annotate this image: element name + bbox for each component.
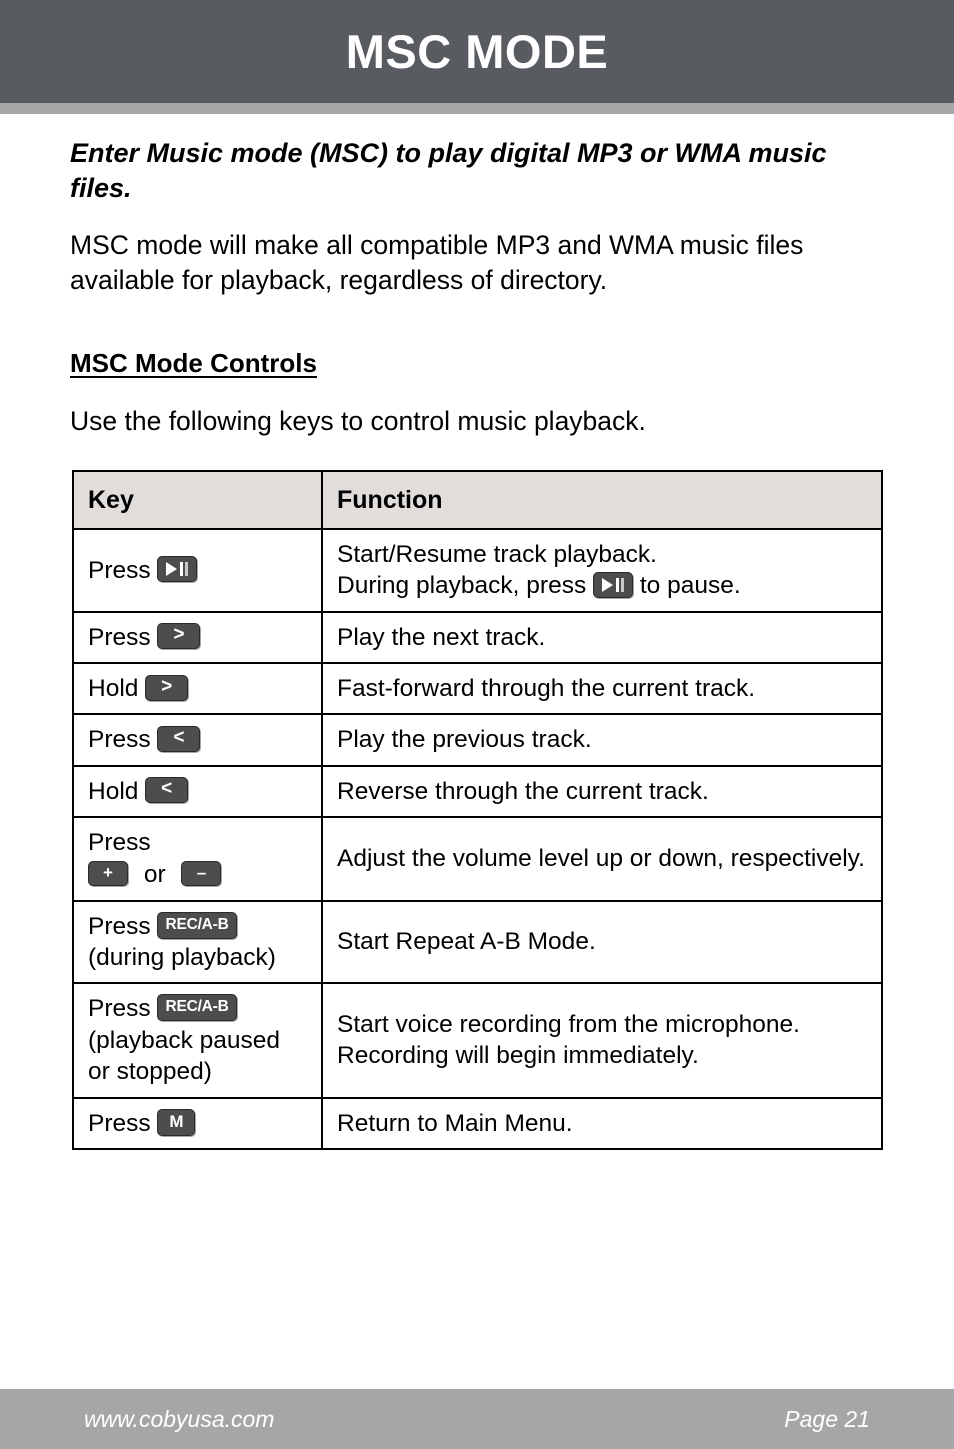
- table-header-row: Key Function: [72, 470, 883, 530]
- key-action-label: Press: [88, 556, 151, 584]
- key-cell: Hold >: [72, 662, 323, 716]
- function-cell: Start/Resume track playback. During play…: [321, 528, 883, 613]
- key-action-label: Press: [88, 995, 151, 1023]
- key-action-label: Press: [88, 1109, 151, 1137]
- pause-bar-secondary-icon: [185, 562, 189, 577]
- function-cell: Play the next track.: [321, 610, 883, 665]
- section-subtext: Use the following keys to control music …: [70, 406, 646, 436]
- key-cell: Hold <: [72, 764, 323, 819]
- table-row: Press < Play the previous track.: [72, 713, 883, 767]
- key-cell: Press <: [72, 713, 323, 767]
- key-cell: Press >: [72, 610, 323, 665]
- function-cell: Start Repeat A-B Mode.: [321, 899, 883, 985]
- key-or-conjunction: or: [143, 861, 166, 889]
- table-row: Hold < Reverse through the current track…: [72, 764, 883, 819]
- intro-bold-statement: Enter Music mode (MSC) to play digital M…: [70, 138, 827, 203]
- volume-key-row: + or –: [88, 859, 307, 891]
- section-heading-msc-mode-controls: MSC Mode Controls: [70, 348, 317, 378]
- page-footer-bar: www.cobyusa.com Page 21: [0, 1389, 954, 1449]
- play-pause-button-icon[interactable]: [593, 571, 634, 598]
- table-row: Press > Play the next track.: [72, 610, 883, 665]
- key-cell: Press: [72, 528, 323, 613]
- function-text-after-icon: to pause.: [639, 572, 741, 600]
- column-header-key: Key: [72, 470, 323, 530]
- key-action-label: Press: [88, 912, 151, 940]
- key-note: or stopped): [88, 1058, 212, 1086]
- play-triangle-icon: [602, 577, 614, 592]
- key-cell: Press REC/A-B (during playback): [72, 899, 323, 985]
- volume-up-button-icon[interactable]: +: [88, 860, 128, 886]
- key-cell: Press + or –: [72, 816, 323, 902]
- column-header-function: Function: [321, 470, 883, 530]
- key-action-line: Press REC/A-B: [88, 911, 307, 942]
- play-triangle-icon: [166, 562, 178, 577]
- function-text-line: Start/Resume track playback.: [337, 541, 657, 568]
- previous-track-button-icon[interactable]: <: [157, 725, 201, 752]
- table-row: Press M Return to Main Menu.: [72, 1096, 883, 1150]
- function-cell: Fast-forward through the current track.: [321, 662, 883, 716]
- key-cell: Press REC/A-B (playback paused or stoppe…: [72, 982, 323, 1099]
- key-note: (during playback): [88, 944, 276, 972]
- table-row: Press REC/A-B (during playback) Start Re…: [72, 899, 883, 985]
- key-note: (playback paused: [88, 1026, 281, 1054]
- intro-body-paragraph: MSC mode will make all compatible MP3 an…: [70, 230, 804, 296]
- pause-bar-icon: [616, 577, 620, 592]
- function-cell: Return to Main Menu.: [321, 1096, 883, 1150]
- header-accent-band: [0, 103, 954, 114]
- key-action-label: Hold: [88, 675, 139, 703]
- table-row: Press Start/Resume track playback. Durin…: [72, 528, 883, 613]
- rec-ab-button-icon[interactable]: REC/A-B: [157, 911, 237, 939]
- key-cell: Press M: [72, 1096, 323, 1150]
- table-row: Hold > Fast-forward through the current …: [72, 662, 883, 716]
- function-cell: Adjust the volume level up or down, resp…: [321, 816, 883, 902]
- function-cell: Reverse through the current track.: [321, 764, 883, 819]
- next-track-button-icon[interactable]: >: [157, 623, 201, 650]
- key-action-label: Press: [88, 829, 151, 857]
- next-track-button-icon[interactable]: >: [145, 674, 189, 701]
- key-action-label: Press: [88, 726, 151, 754]
- function-text-line: Start voice recording from the microphon…: [337, 1011, 800, 1039]
- menu-button-icon[interactable]: M: [157, 1108, 196, 1136]
- function-cell: Play the previous track.: [321, 713, 883, 767]
- key-action-line: Press REC/A-B: [88, 993, 307, 1024]
- footer-website-url: www.cobyusa.com: [84, 1405, 275, 1432]
- page-title: MSC MODE: [345, 25, 609, 78]
- key-action-label: Press: [88, 623, 151, 651]
- pause-bar-secondary-icon: [621, 577, 625, 592]
- footer-page-number: Page 21: [784, 1405, 870, 1432]
- table-row: Press REC/A-B (playback paused or stoppe…: [72, 982, 883, 1099]
- previous-track-button-icon[interactable]: <: [145, 777, 189, 804]
- volume-down-button-icon[interactable]: –: [181, 860, 222, 886]
- function-text-line-with-icon: During playback, press to pause.: [337, 570, 867, 601]
- function-text-before-icon: During playback, press: [337, 572, 587, 600]
- rec-ab-button-icon[interactable]: REC/A-B: [157, 994, 237, 1022]
- page-header-bar: MSC MODE: [0, 0, 954, 103]
- pause-bar-icon: [180, 562, 184, 577]
- function-text-line: Recording will begin immediately.: [337, 1042, 699, 1070]
- msc-mode-controls-table: Key Function Press Start/Resume track pl…: [72, 470, 883, 1150]
- table-row: Press + or – Adjust the volume level up …: [72, 816, 883, 902]
- play-pause-button-icon[interactable]: [157, 556, 198, 583]
- function-cell: Start voice recording from the microphon…: [321, 982, 883, 1099]
- key-action-label: Hold: [88, 777, 139, 805]
